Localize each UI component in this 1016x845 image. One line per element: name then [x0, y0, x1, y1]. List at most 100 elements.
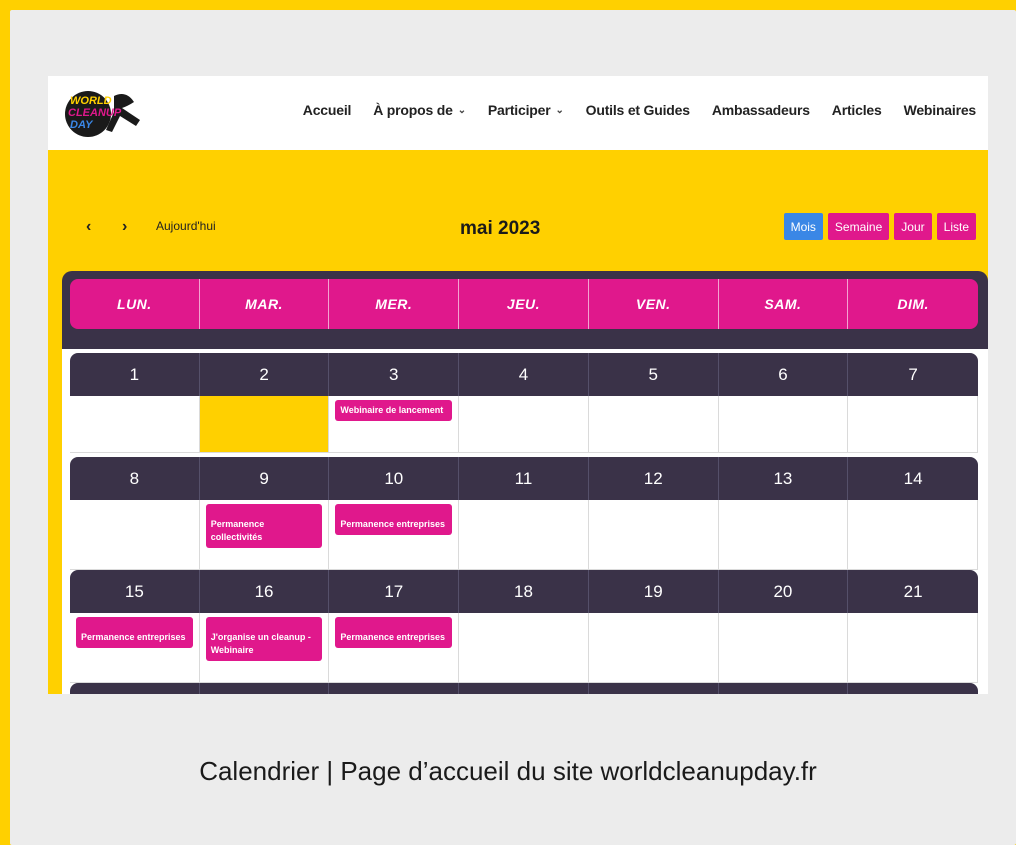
- weekday-header: SAM.: [719, 279, 849, 329]
- day-cell[interactable]: [70, 396, 200, 453]
- website-frame: WORLD CLEANUP DAY Accueil À propos de ⌄ P…: [48, 76, 988, 694]
- day-cell[interactable]: [848, 613, 978, 683]
- date-number[interactable]: 5: [589, 353, 719, 396]
- menu-item-webinaires[interactable]: Webinaires: [904, 102, 977, 118]
- calendar-event[interactable]: J'organise un cleanup - Webinaire: [205, 617, 323, 661]
- date-number[interactable]: 28: [848, 683, 978, 694]
- day-cells-row: Webinaire de lancement: [70, 396, 978, 453]
- day-cell[interactable]: Permanence entreprises: [329, 500, 460, 570]
- day-cells-row: Permanence collectivités Permanence entr…: [70, 500, 978, 570]
- day-cell[interactable]: Permanence collectivités: [199, 500, 330, 570]
- day-cell-today[interactable]: [199, 396, 330, 453]
- week-row: 22 23 24 25 26 27 28: [70, 683, 978, 694]
- calendar-event[interactable]: Permanence entreprises: [335, 617, 453, 648]
- menu-item-ambassadeurs[interactable]: Ambassadeurs: [712, 102, 810, 118]
- chevron-down-icon: ⌄: [555, 104, 564, 116]
- date-number-row: 22 23 24 25 26 27 28: [70, 683, 978, 694]
- menu-item-articles[interactable]: Articles: [832, 102, 882, 118]
- date-number[interactable]: 15: [70, 570, 200, 613]
- weekday-row: LUN. MAR. MER. JEU. VEN. SAM. DIM.: [70, 279, 978, 329]
- date-number[interactable]: 10: [329, 457, 460, 500]
- month-title: mai 2023: [460, 218, 541, 239]
- date-number[interactable]: 13: [719, 457, 849, 500]
- today-button[interactable]: Aujourd'hui: [156, 219, 216, 233]
- date-number[interactable]: 9: [200, 457, 330, 500]
- day-cell[interactable]: J'organise un cleanup - Webinaire: [199, 613, 330, 683]
- date-number[interactable]: 23: [200, 683, 330, 694]
- calendar-event[interactable]: Permanence entreprises: [335, 504, 453, 535]
- day-cell[interactable]: [848, 500, 978, 570]
- day-cell[interactable]: [718, 396, 849, 453]
- date-number[interactable]: 18: [459, 570, 589, 613]
- view-month-button[interactable]: Mois: [783, 213, 823, 240]
- day-cell[interactable]: [588, 613, 719, 683]
- date-number[interactable]: 14: [848, 457, 978, 500]
- date-number[interactable]: 7: [848, 353, 978, 396]
- day-cell[interactable]: [459, 613, 589, 683]
- view-list-button[interactable]: Liste: [936, 213, 976, 240]
- next-month-button[interactable]: ›: [122, 218, 127, 236]
- date-number[interactable]: 25: [459, 683, 589, 694]
- view-week-button[interactable]: Semaine: [827, 213, 890, 240]
- svg-text:DAY: DAY: [70, 119, 94, 131]
- date-number[interactable]: 3: [329, 353, 460, 396]
- calendar-header: LUN. MAR. MER. JEU. VEN. SAM. DIM.: [62, 271, 988, 349]
- day-cell[interactable]: [459, 396, 589, 453]
- day-cell[interactable]: [459, 500, 589, 570]
- day-cell[interactable]: [588, 500, 719, 570]
- day-cell[interactable]: Webinaire de lancement: [329, 396, 460, 453]
- day-cell[interactable]: [588, 396, 719, 453]
- date-number[interactable]: 16: [200, 570, 330, 613]
- week-row: 8 9 10 11 12 13 14 Permanence collectivi…: [70, 457, 978, 570]
- world-cleanup-day-logo[interactable]: WORLD CLEANUP DAY: [64, 86, 148, 140]
- day-cell[interactable]: [718, 500, 849, 570]
- date-number-row: 8 9 10 11 12 13 14: [70, 457, 978, 500]
- weekday-header: MAR.: [200, 279, 330, 329]
- date-number[interactable]: 8: [70, 457, 200, 500]
- menu-label: Participer: [487, 102, 551, 118]
- day-cell[interactable]: Permanence entreprises: [329, 613, 460, 683]
- weekday-header: LUN.: [70, 279, 200, 329]
- date-number-row: 15 16 17 18 19 20 21: [70, 570, 978, 613]
- date-number[interactable]: 1: [70, 353, 200, 396]
- menu-label: Accueil: [302, 102, 352, 118]
- date-number[interactable]: 22: [70, 683, 200, 694]
- menu-item-accueil[interactable]: Accueil: [302, 102, 352, 118]
- date-number[interactable]: 24: [329, 683, 460, 694]
- date-number[interactable]: 6: [719, 353, 849, 396]
- weekday-header: MER.: [329, 279, 460, 329]
- calendar-toolbar: ‹ › Aujourd'hui mai 2023 Mois Semaine Jo…: [48, 206, 988, 246]
- calendar-event[interactable]: Webinaire de lancement: [335, 400, 453, 421]
- day-cell[interactable]: [70, 500, 200, 570]
- date-number[interactable]: 17: [329, 570, 460, 613]
- svg-text:WORLD: WORLD: [70, 95, 112, 107]
- date-number[interactable]: 12: [589, 457, 719, 500]
- main-menu: Accueil À propos de ⌄ Participer ⌄ Outils …: [303, 102, 976, 118]
- date-number[interactable]: 11: [459, 457, 589, 500]
- menu-item-a-propos[interactable]: À propos de ⌄: [373, 102, 466, 118]
- date-number[interactable]: 20: [719, 570, 849, 613]
- day-cell[interactable]: Permanence entreprises: [70, 613, 200, 683]
- weekday-header: DIM.: [897, 296, 929, 312]
- week-row: 1 2 3 4 5 6 7 Webinaire de lancement: [70, 353, 978, 453]
- view-day-button[interactable]: Jour: [894, 213, 932, 240]
- menu-item-outils[interactable]: Outils et Guides: [586, 102, 690, 118]
- svg-text:CLEANUP: CLEANUP: [68, 107, 122, 119]
- menu-label: Ambassadeurs: [711, 102, 810, 118]
- weekday-header: VEN.: [589, 279, 719, 329]
- date-number[interactable]: 27: [719, 683, 849, 694]
- date-number[interactable]: 21: [848, 570, 978, 613]
- prev-month-button[interactable]: ‹: [86, 218, 91, 236]
- day-cell[interactable]: [848, 396, 978, 453]
- weekday-header: JEU.: [459, 279, 589, 329]
- date-number[interactable]: 19: [589, 570, 719, 613]
- view-switcher: Mois Semaine Jour Liste: [783, 213, 976, 240]
- menu-label: Outils et Guides: [585, 102, 690, 118]
- calendar-event[interactable]: Permanence entreprises: [76, 617, 193, 648]
- date-number[interactable]: 2: [200, 353, 330, 396]
- calendar-event[interactable]: Permanence collectivités: [205, 504, 323, 548]
- date-number[interactable]: 26: [589, 683, 719, 694]
- day-cell[interactable]: [718, 613, 849, 683]
- date-number[interactable]: 4: [459, 353, 589, 396]
- menu-item-participer[interactable]: Participer ⌄: [488, 102, 564, 118]
